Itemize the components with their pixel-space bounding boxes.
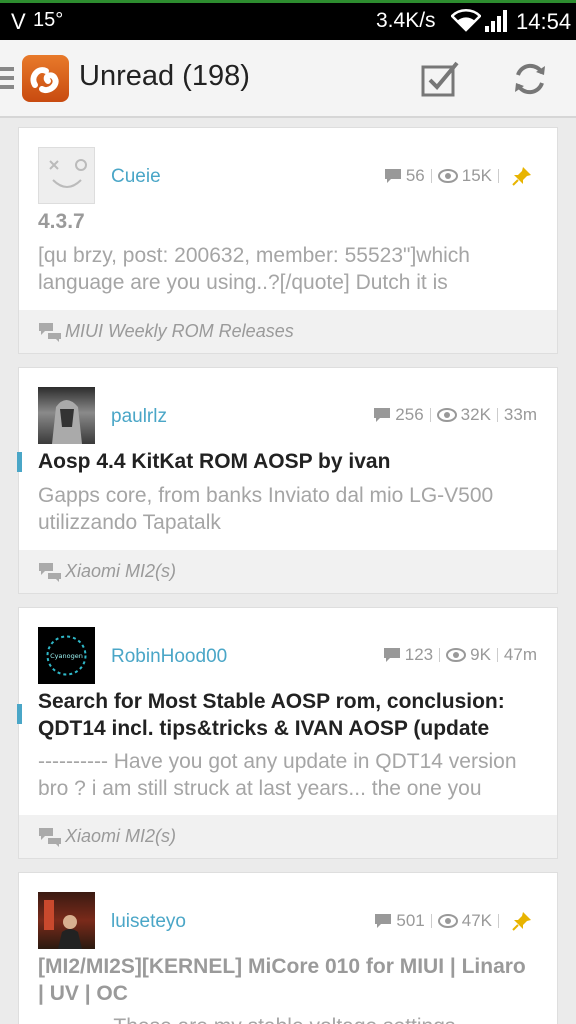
views-icon xyxy=(437,914,458,928)
view-count: 15K xyxy=(461,166,492,185)
reply-count: 56 xyxy=(405,166,425,185)
topic-stats: 256 32K 33m xyxy=(373,405,537,425)
author-name[interactable]: paulrlz xyxy=(111,406,167,428)
replies-icon xyxy=(383,648,400,662)
topic-snippet-line-1: ---------- Have you got any update in QD… xyxy=(38,750,517,773)
topic-title[interactable]: 4.3.7 xyxy=(38,208,537,235)
topic-title-line-1[interactable]: Search for Most Stable AOSP rom, conclus… xyxy=(38,688,537,715)
forum-chat-icon xyxy=(39,828,61,847)
topic-snippet-line-2: bro ? i am still struck at last years...… xyxy=(38,777,482,800)
view-count: 9K xyxy=(470,645,491,664)
action-bar: Unread (198) xyxy=(0,40,576,118)
topic-stats: 56 15K xyxy=(384,165,537,187)
topic-snippet-line-2: utilizzando Tapatalk xyxy=(38,511,221,534)
forum-name: Xiaomi MI2(s) xyxy=(65,561,177,581)
post-age: 33m xyxy=(503,405,537,424)
forum-chat-icon xyxy=(39,323,61,342)
forum-footer[interactable]: Xiaomi MI2(s) xyxy=(19,550,557,593)
replies-icon xyxy=(375,914,392,928)
avatar[interactable] xyxy=(38,147,95,204)
views-icon xyxy=(446,648,467,662)
pin-icon xyxy=(512,167,531,186)
avatar[interactable] xyxy=(38,892,95,949)
views-icon xyxy=(436,408,457,422)
avatar[interactable] xyxy=(38,387,95,444)
unread-indicator xyxy=(17,704,22,724)
status-bar-progress-line xyxy=(0,0,576,3)
topic-title-line-1[interactable]: [MI2/MI2S][KERNEL] MiCore 010 for MIUI |… xyxy=(38,953,537,980)
reply-count: 256 xyxy=(395,405,424,424)
wifi-icon xyxy=(450,8,482,37)
network-speed: 3.4K/s xyxy=(376,9,436,32)
signal-icon xyxy=(485,10,511,37)
pin-icon xyxy=(512,912,531,931)
page-title: Unread (198) xyxy=(79,60,250,92)
views-icon xyxy=(437,169,458,183)
post-age: 47m xyxy=(503,645,537,664)
topic-title[interactable]: Aosp 4.4 KitKat ROM AOSP by ivan xyxy=(38,448,537,475)
topic-card[interactable]: luiseteyo 501 47K [MI2/MI2S][KERNEL] MiC… xyxy=(18,872,558,1024)
topic-card[interactable]: paulrlz 256 32K 33m Aosp 4.4 KitKat ROM … xyxy=(17,367,558,594)
topic-card[interactable]: Cueie 56 15K 4.3.7 [qu brzy, post: 20063… xyxy=(18,127,558,354)
topic-title-line-2[interactable]: | UV | OC xyxy=(38,980,537,1007)
view-count: 32K xyxy=(460,405,491,424)
forum-chat-icon xyxy=(39,563,61,582)
topic-stats: 501 47K xyxy=(374,910,537,932)
avatar-text: Cyanogen xyxy=(50,652,83,660)
forum-footer[interactable]: MIUI Weekly ROM Releases xyxy=(19,310,557,353)
avatar[interactable]: Cyanogen xyxy=(38,627,95,684)
topic-snippet-line-2: language are you using..?[/quote] Dutch … xyxy=(38,271,448,294)
drawer-menu-icon[interactable] xyxy=(0,67,14,89)
mark-all-read-icon[interactable] xyxy=(420,60,460,103)
temperature-label: 15° xyxy=(33,9,64,31)
topic-snippet-line-1: [qu brzy, post: 200632, member: 55523"]w… xyxy=(38,244,470,267)
clock: 14:54 xyxy=(516,9,572,34)
topic-stats: 123 9K 47m xyxy=(383,645,537,665)
author-name[interactable]: RobinHood00 xyxy=(111,646,227,668)
forum-name: MIUI Weekly ROM Releases xyxy=(65,321,294,341)
view-count: 47K xyxy=(461,911,492,930)
replies-icon xyxy=(374,408,391,422)
carrier-label: V xyxy=(11,9,26,34)
replies-icon xyxy=(384,169,401,183)
forum-name: Xiaomi MI2(s) xyxy=(65,826,177,846)
topic-snippet-line-1: ---------- These are my stable voltage s… xyxy=(38,1013,535,1024)
status-bar: V 15° 3.4K/s 14:54 xyxy=(0,0,576,40)
topic-snippet-line-1: Gapps core, from banks Inviato dal mio L… xyxy=(38,484,494,507)
author-name[interactable]: luiseteyo xyxy=(111,911,186,933)
author-name[interactable]: Cueie xyxy=(111,166,161,188)
refresh-icon[interactable] xyxy=(511,60,549,103)
unread-indicator xyxy=(17,452,22,472)
forum-footer[interactable]: Xiaomi MI2(s) xyxy=(19,815,557,858)
topic-title-line-2[interactable]: QDT14 incl. tips&tricks & IVAN AOSP (upd… xyxy=(38,715,537,742)
topic-card[interactable]: Cyanogen RobinHood00 123 9K 47m Search f… xyxy=(17,607,558,859)
app-logo[interactable] xyxy=(22,55,69,102)
reply-count: 123 xyxy=(404,645,434,664)
reply-count: 501 xyxy=(396,911,425,930)
